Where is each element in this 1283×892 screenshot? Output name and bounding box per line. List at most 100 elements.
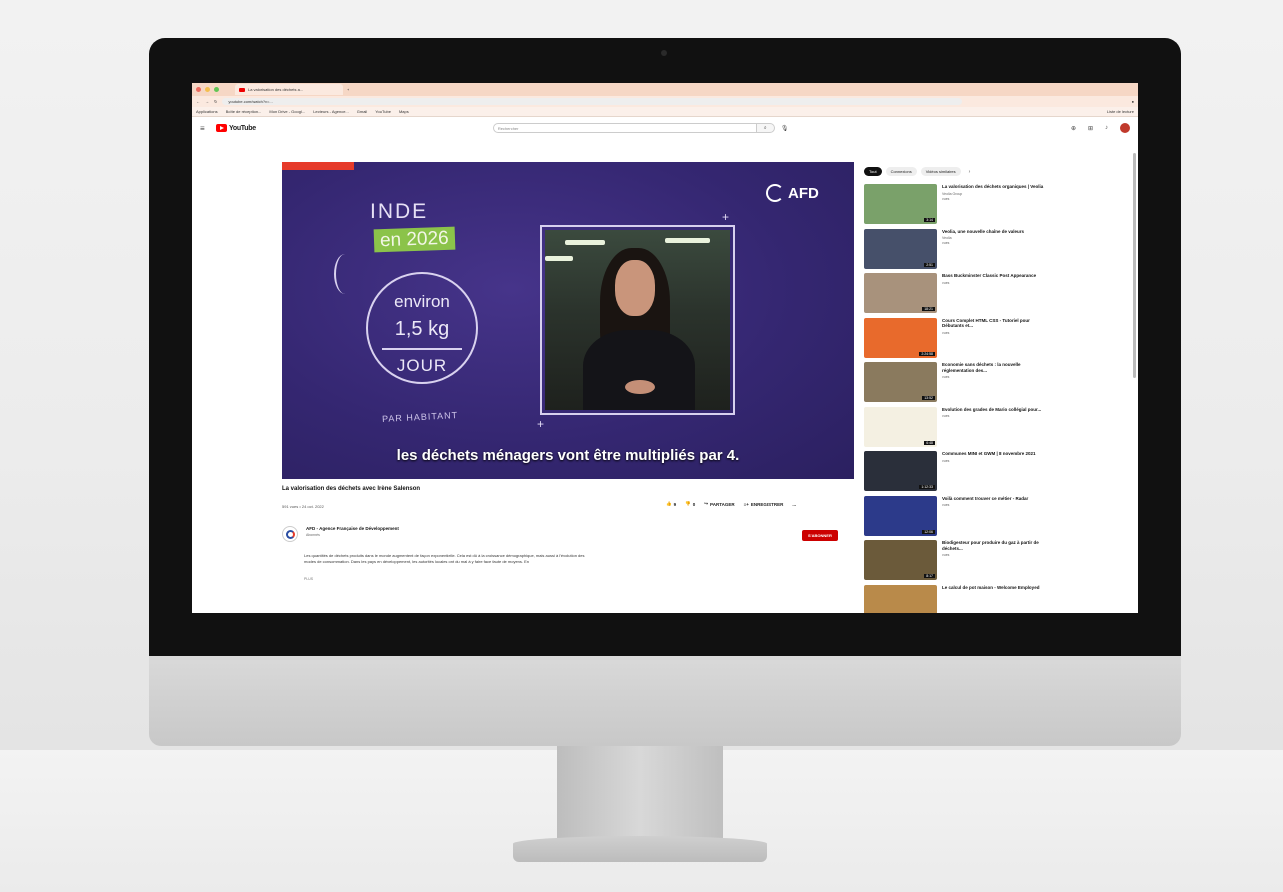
chip-all[interactable]: Tout <box>864 167 882 176</box>
monitor-stand <box>557 746 723 846</box>
recommendation-title[interactable]: Bass Buckminster Classic Post Appearance <box>942 273 1052 279</box>
microphone-icon[interactable]: 🎙 <box>781 125 789 132</box>
bookmark-item[interactable]: YouTube <box>375 109 391 114</box>
bookmark-item[interactable]: Applications <box>196 109 218 114</box>
video-thumbnail[interactable]: 1:12:33 <box>864 451 937 491</box>
forward-icon[interactable]: → <box>205 99 209 104</box>
recommendation-title[interactable]: Voilà comment trouver ce métier - Radar <box>942 496 1052 502</box>
afd-channel-icon <box>285 529 295 539</box>
video-thumbnail[interactable]: 12:06 <box>864 495 937 536</box>
ceiling-light <box>545 256 573 261</box>
recommendation-title[interactable]: Evolution des grades de Mario collégial … <box>942 407 1052 413</box>
imac: La valorisation des déchets a... + ← → ↻… <box>149 38 1181 746</box>
video-thumbnail[interactable]: 2:24:58 <box>864 317 937 358</box>
video-thumbnail[interactable]: 6:48 <box>864 406 937 447</box>
duration-badge: 2:24:58 <box>919 351 935 356</box>
video-thumbnail[interactable]: 8:17 <box>864 540 937 580</box>
subscribe-button[interactable]: S'ABONNER <box>802 530 838 541</box>
list-item[interactable]: 2:24:58 Cours Complet HTML CSS - Tutoriel… <box>864 317 1134 363</box>
overlay-inde: INDE <box>370 200 429 223</box>
duration-badge: 3:14 <box>924 218 935 222</box>
recommendation-info: Evolution des grades de Mario collégial … <box>942 407 1052 452</box>
video-thumbnail[interactable]: 18:21 <box>864 273 937 313</box>
browser-tabbar: La valorisation des déchets a... + <box>192 83 1138 96</box>
afd-logo-icon <box>766 184 784 202</box>
url-field[interactable]: youtube.com/watch?v=... <box>222 98 963 105</box>
list-item[interactable]: 8:17 Biodigesteur pour produire du gaz à … <box>864 540 1134 585</box>
recommendation-title[interactable]: Veolia, une nouvelle chaîne de valeurs <box>942 229 1052 235</box>
bookmark-item[interactable]: Mon Drive - Googl... <box>269 109 305 114</box>
reload-icon[interactable]: ↻ <box>214 99 217 104</box>
bookmarks-bar: Applications Boîte de réception... Mon D… <box>192 107 1138 117</box>
bookmark-item[interactable]: Gmail <box>357 109 367 114</box>
list-item[interactable]: 3:14 La valorisation des déchets organiqu… <box>864 184 1134 229</box>
scrollbar[interactable] <box>1133 153 1136 378</box>
video-player[interactable]: INDE en 2026 environ 1,5 kg JOUR PAR HAB… <box>282 162 854 479</box>
browser-tab[interactable]: La valorisation des déchets a... <box>235 84 343 95</box>
back-icon[interactable]: ← <box>196 99 200 104</box>
list-item[interactable]: 13:52 Economie sans déchets : la nouvelle… <box>864 362 1134 407</box>
recommendation-title[interactable]: Biodigesteur pour produire du gaz à part… <box>942 540 1052 551</box>
subscriber-count: Abonnés <box>306 533 320 537</box>
recommendation-title[interactable]: Communes MINI et GWM | 8 novembre 2021 <box>942 451 1052 457</box>
list-item[interactable]: 12:06 Voilà comment trouver ce métier - R… <box>864 495 1134 541</box>
recommendation-title[interactable]: Economie sans déchets : la nouvelle régl… <box>942 362 1052 373</box>
tab-title: La valorisation des déchets a... <box>248 87 304 92</box>
recommendation-title[interactable]: La valorisation des déchets organiques |… <box>942 184 1052 190</box>
duration-badge: 13:52 <box>922 396 935 400</box>
afd-logo: AFD <box>766 184 819 202</box>
list-item[interactable]: 1:12:33 Communes MINI et GWM | 8 novembre… <box>864 451 1134 496</box>
recommendation-title[interactable]: Le calcul de pot maison - Welcome Employ… <box>942 585 1052 591</box>
chevron-right-icon[interactable]: › <box>969 169 971 175</box>
filter-chips: Tout Connexions Vidéos similaires › <box>864 167 970 176</box>
ceiling-light <box>565 240 605 245</box>
bookmark-item[interactable]: Boîte de réception... <box>226 109 262 114</box>
bookmark-item[interactable]: Maps <box>399 109 409 114</box>
avatar[interactable] <box>1120 123 1130 133</box>
video-thumbnail[interactable] <box>864 584 937 613</box>
video-thumbnail[interactable]: 2:51 <box>864 228 937 269</box>
youtube-logo[interactable]: YouTube <box>216 124 256 132</box>
apps-icon[interactable]: ⊞ <box>1088 125 1093 132</box>
channel-avatar[interactable] <box>282 526 298 542</box>
recommendation-title[interactable]: Cours Complet HTML CSS - Tutoriel pour D… <box>942 318 1052 329</box>
channel-name[interactable]: AFD - Agence Française de Développement <box>306 526 399 531</box>
recommendation-info: Economie sans déchets : la nouvelle régl… <box>942 362 1052 407</box>
like-button[interactable]: 👍 9 <box>666 501 676 507</box>
profile-icon[interactable]: ● <box>1132 99 1134 104</box>
notifications-icon[interactable]: ♪ <box>1105 125 1108 131</box>
screen: La valorisation des déchets a... + ← → ↻… <box>192 83 1138 613</box>
video-actions: 👍 9 👎 0 ↪ PARTAGER ≡+ ENREGISTRER ... <box>666 501 796 507</box>
reading-list[interactable]: Liste de lecture <box>1107 109 1134 114</box>
search-icon[interactable]: ⌕ <box>756 123 775 133</box>
recommendation-info: Biodigesteur pour produire du gaz à part… <box>942 540 1052 585</box>
show-more-link[interactable]: PLUS <box>304 577 313 581</box>
list-item[interactable]: 18:21 Bass Buckminster Classic Post Appea… <box>864 273 1134 318</box>
minimize-window-icon[interactable] <box>205 87 210 92</box>
chip-connexions[interactable]: Connexions <box>885 167 917 176</box>
menu-icon[interactable]: ≡ <box>200 124 216 133</box>
video-thumbnail[interactable]: 13:52 <box>864 362 937 402</box>
video-subtitle: les déchets ménagers vont être multiplié… <box>396 447 740 464</box>
progress-bar[interactable] <box>282 162 354 170</box>
dislike-button[interactable]: 👎 0 <box>685 501 695 507</box>
list-item[interactable]: 6:48 Evolution des grades de Mario collég… <box>864 406 1134 452</box>
new-tab-icon[interactable]: + <box>347 87 349 92</box>
search-input[interactable]: Rechercher <box>492 123 757 133</box>
bookmark-item[interactable]: Lecteurs - Agence... <box>313 109 349 114</box>
ceiling-light <box>665 238 710 243</box>
maximize-window-icon[interactable] <box>214 87 219 92</box>
list-item[interactable]: Le calcul de pot maison - Welcome Employ… <box>864 584 1134 613</box>
save-button[interactable]: ≡+ ENREGISTRER <box>744 502 784 507</box>
duration-badge: 2:51 <box>924 262 935 267</box>
duration-badge: 1:12:33 <box>919 485 935 489</box>
create-icon[interactable]: ⊕ <box>1071 125 1076 132</box>
more-actions-button[interactable]: ... <box>792 502 796 507</box>
chip-similar[interactable]: Vidéos similaires <box>920 167 961 176</box>
share-button[interactable]: ↪ PARTAGER <box>704 501 734 507</box>
list-item[interactable]: 2:51 Veolia, une nouvelle chaîne de valeu… <box>864 228 1134 274</box>
close-window-icon[interactable] <box>196 87 201 92</box>
person-face <box>615 260 655 316</box>
video-thumbnail[interactable]: 3:14 <box>864 184 937 224</box>
recommendation-views: vues <box>942 330 950 335</box>
